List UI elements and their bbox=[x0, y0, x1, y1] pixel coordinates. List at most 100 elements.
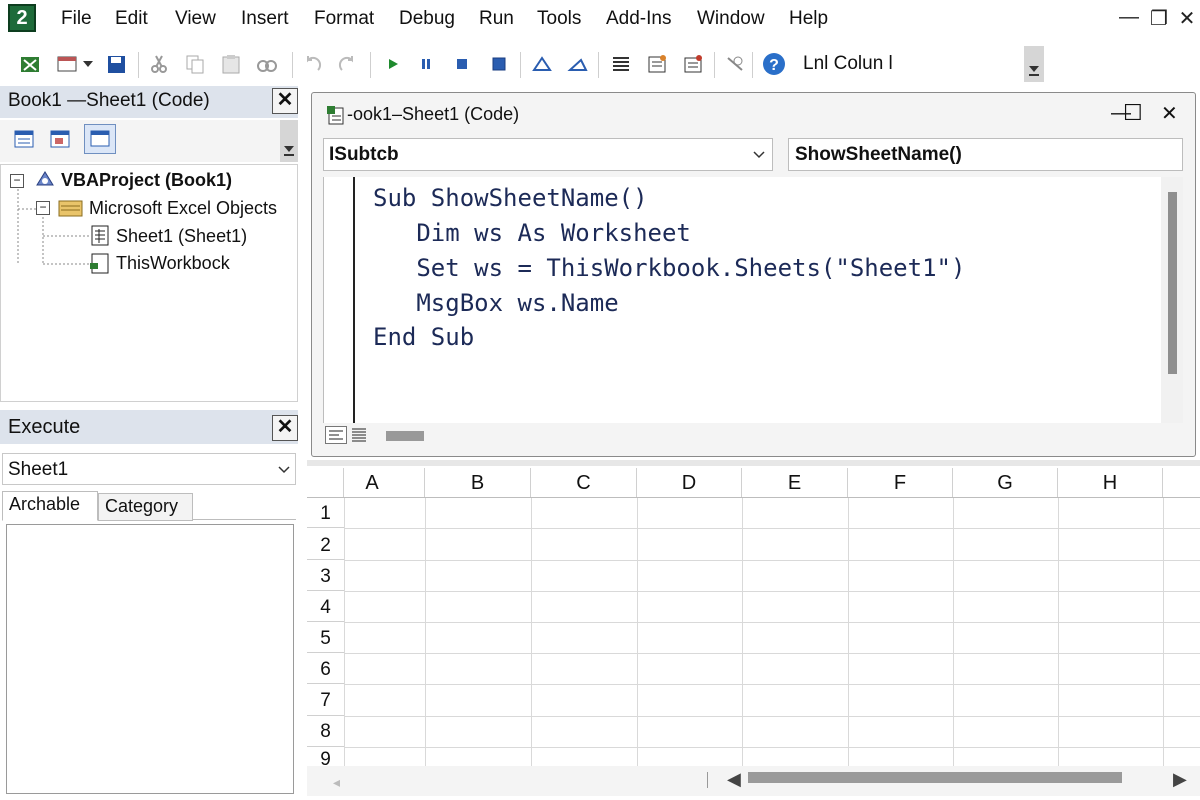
break-icon[interactable] bbox=[413, 52, 439, 76]
restore-icon[interactable]: ❐ bbox=[1146, 6, 1172, 31]
paste-icon[interactable] bbox=[218, 52, 244, 76]
code-line: Sub ShowSheetName() bbox=[373, 184, 648, 212]
tree-item-sheet1[interactable]: Sheet1 (Sheet1) bbox=[116, 226, 247, 247]
menu-insert[interactable]: Insert bbox=[241, 8, 289, 30]
column-header[interactable]: B bbox=[425, 468, 531, 498]
find-icon[interactable] bbox=[254, 52, 280, 76]
code-close-icon[interactable]: ✕ bbox=[1161, 101, 1178, 126]
execute-pane-close-icon[interactable]: ✕ bbox=[272, 415, 298, 441]
run-icon[interactable] bbox=[380, 52, 406, 76]
column-header[interactable]: F bbox=[848, 468, 953, 498]
close-icon[interactable]: ✕ bbox=[1174, 6, 1200, 31]
cut-icon[interactable] bbox=[146, 52, 172, 76]
toolbar: ? bbox=[0, 42, 1200, 86]
menu-add-ins[interactable]: Add-Ins bbox=[606, 8, 671, 30]
insert-form-icon[interactable] bbox=[54, 52, 80, 76]
column-header[interactable]: A bbox=[320, 468, 425, 498]
excel-icon[interactable] bbox=[18, 52, 44, 76]
object-combo-value: ISubtcb bbox=[329, 144, 399, 165]
svg-text:?: ? bbox=[769, 57, 779, 74]
column-header[interactable]: C bbox=[531, 468, 637, 498]
full-module-view-icon[interactable] bbox=[349, 426, 371, 444]
watch-icon[interactable] bbox=[722, 52, 748, 76]
menu-file[interactable]: File bbox=[61, 8, 92, 30]
menu-edit[interactable]: Edit bbox=[115, 8, 148, 30]
menu-window[interactable]: Window bbox=[697, 8, 765, 30]
code-bottom-bar bbox=[323, 423, 1183, 447]
design-mode-icon[interactable] bbox=[486, 52, 512, 76]
code-window-title: -ook1–Sheet1 (Code) bbox=[347, 104, 520, 124]
execute-pane-title: Execute bbox=[8, 416, 81, 438]
vba-project-icon bbox=[34, 169, 56, 191]
view-code-icon[interactable] bbox=[12, 128, 38, 152]
module-icon bbox=[326, 104, 348, 126]
help-icon[interactable]: ? bbox=[761, 52, 787, 76]
menu-help[interactable]: Help bbox=[789, 8, 828, 30]
column-header[interactable]: H bbox=[1058, 468, 1163, 498]
procedure-view-icon[interactable] bbox=[325, 426, 347, 444]
scroll-left-icon[interactable]: ◀ bbox=[727, 769, 741, 790]
row-header[interactable]: 4 bbox=[307, 593, 344, 622]
toolbar-options-button[interactable] bbox=[1024, 46, 1044, 82]
collapse-folder-icon[interactable]: − bbox=[36, 201, 50, 215]
row-header[interactable]: 3 bbox=[307, 562, 344, 591]
row-header[interactable]: 9 bbox=[307, 748, 344, 766]
chevron-down-icon[interactable] bbox=[78, 52, 98, 76]
column-header[interactable]: E bbox=[742, 468, 848, 498]
scroll-left-disabled-icon: ◂ bbox=[333, 774, 341, 790]
code-line: End Sub bbox=[373, 323, 475, 351]
reset-icon[interactable] bbox=[449, 52, 475, 76]
menu-tools[interactable]: Tools bbox=[537, 8, 581, 30]
view-object-icon[interactable] bbox=[48, 128, 74, 152]
minimize-icon[interactable]: — bbox=[1116, 6, 1142, 29]
procedure-combo-value: ShowSheetName() bbox=[795, 144, 962, 165]
cursor-position-readout: Lnl Colun l bbox=[803, 53, 893, 74]
tree-root-label[interactable]: VBAProject (Book1) bbox=[61, 170, 232, 191]
scroll-right-icon[interactable]: ▶ bbox=[1173, 769, 1187, 790]
tree-folder-label[interactable]: Microsoft Excel Objects bbox=[89, 198, 277, 219]
redo-icon[interactable] bbox=[334, 52, 360, 76]
project-tree: − VBAProject (Book1) − Microsoft Excel O… bbox=[0, 164, 298, 402]
menu-bar: 2 File Edit View Insert Format Debug Run… bbox=[0, 0, 1200, 38]
folder-icon bbox=[58, 198, 84, 218]
worksheet-grid[interactable] bbox=[307, 466, 1200, 766]
execute-list[interactable] bbox=[6, 524, 294, 794]
execute-object-value: Sheet1 bbox=[8, 459, 69, 480]
tab-archable[interactable]: Archable bbox=[2, 491, 98, 521]
collapse-root-icon[interactable]: − bbox=[10, 174, 24, 188]
menu-view[interactable]: View bbox=[175, 8, 216, 30]
row-header[interactable]: 7 bbox=[307, 686, 344, 716]
menu-format[interactable]: Format bbox=[314, 8, 374, 30]
toggle-folders-icon[interactable] bbox=[84, 124, 116, 154]
app-icon[interactable]: 2 bbox=[8, 4, 36, 32]
project-pane-toolbar bbox=[0, 120, 298, 162]
tree-item-thisworkbook[interactable]: ThisWorkbock bbox=[116, 253, 230, 274]
code-vertical-scroll-thumb[interactable] bbox=[1168, 192, 1177, 374]
properties-icon[interactable] bbox=[565, 52, 591, 76]
copy-icon[interactable] bbox=[182, 52, 208, 76]
menu-run[interactable]: Run bbox=[479, 8, 514, 30]
tab-category[interactable]: Category bbox=[98, 493, 193, 521]
workbook-icon bbox=[89, 252, 111, 274]
project-pane-close-icon[interactable]: ✕ bbox=[272, 88, 298, 114]
row-header[interactable]: 8 bbox=[307, 717, 344, 747]
debug-icon[interactable] bbox=[680, 52, 706, 76]
sheet-horizontal-scroll-thumb[interactable] bbox=[748, 772, 1122, 783]
code-maximize-icon[interactable]: ☐ bbox=[1123, 100, 1143, 126]
row-header[interactable]: 5 bbox=[307, 624, 344, 653]
row-header[interactable]: 1 bbox=[307, 500, 344, 528]
code-horizontal-scroll-thumb[interactable] bbox=[386, 431, 424, 441]
save-icon[interactable] bbox=[104, 52, 130, 76]
object-browser-icon[interactable] bbox=[608, 52, 634, 76]
sheet-icon bbox=[89, 224, 111, 246]
row-header[interactable]: 2 bbox=[307, 531, 344, 560]
column-header[interactable]: D bbox=[637, 468, 742, 498]
undo-icon[interactable] bbox=[300, 52, 326, 76]
row-header[interactable]: 6 bbox=[307, 655, 344, 684]
menu-debug[interactable]: Debug bbox=[399, 8, 455, 30]
project-toolbar-options-button[interactable] bbox=[280, 120, 298, 162]
project-explorer-icon[interactable] bbox=[529, 52, 555, 76]
code-line: Set ws = ThisWorkbook.Sheets("Sheet1") bbox=[373, 254, 966, 282]
column-header[interactable]: G bbox=[953, 468, 1058, 498]
toolbox-icon[interactable] bbox=[644, 52, 670, 76]
